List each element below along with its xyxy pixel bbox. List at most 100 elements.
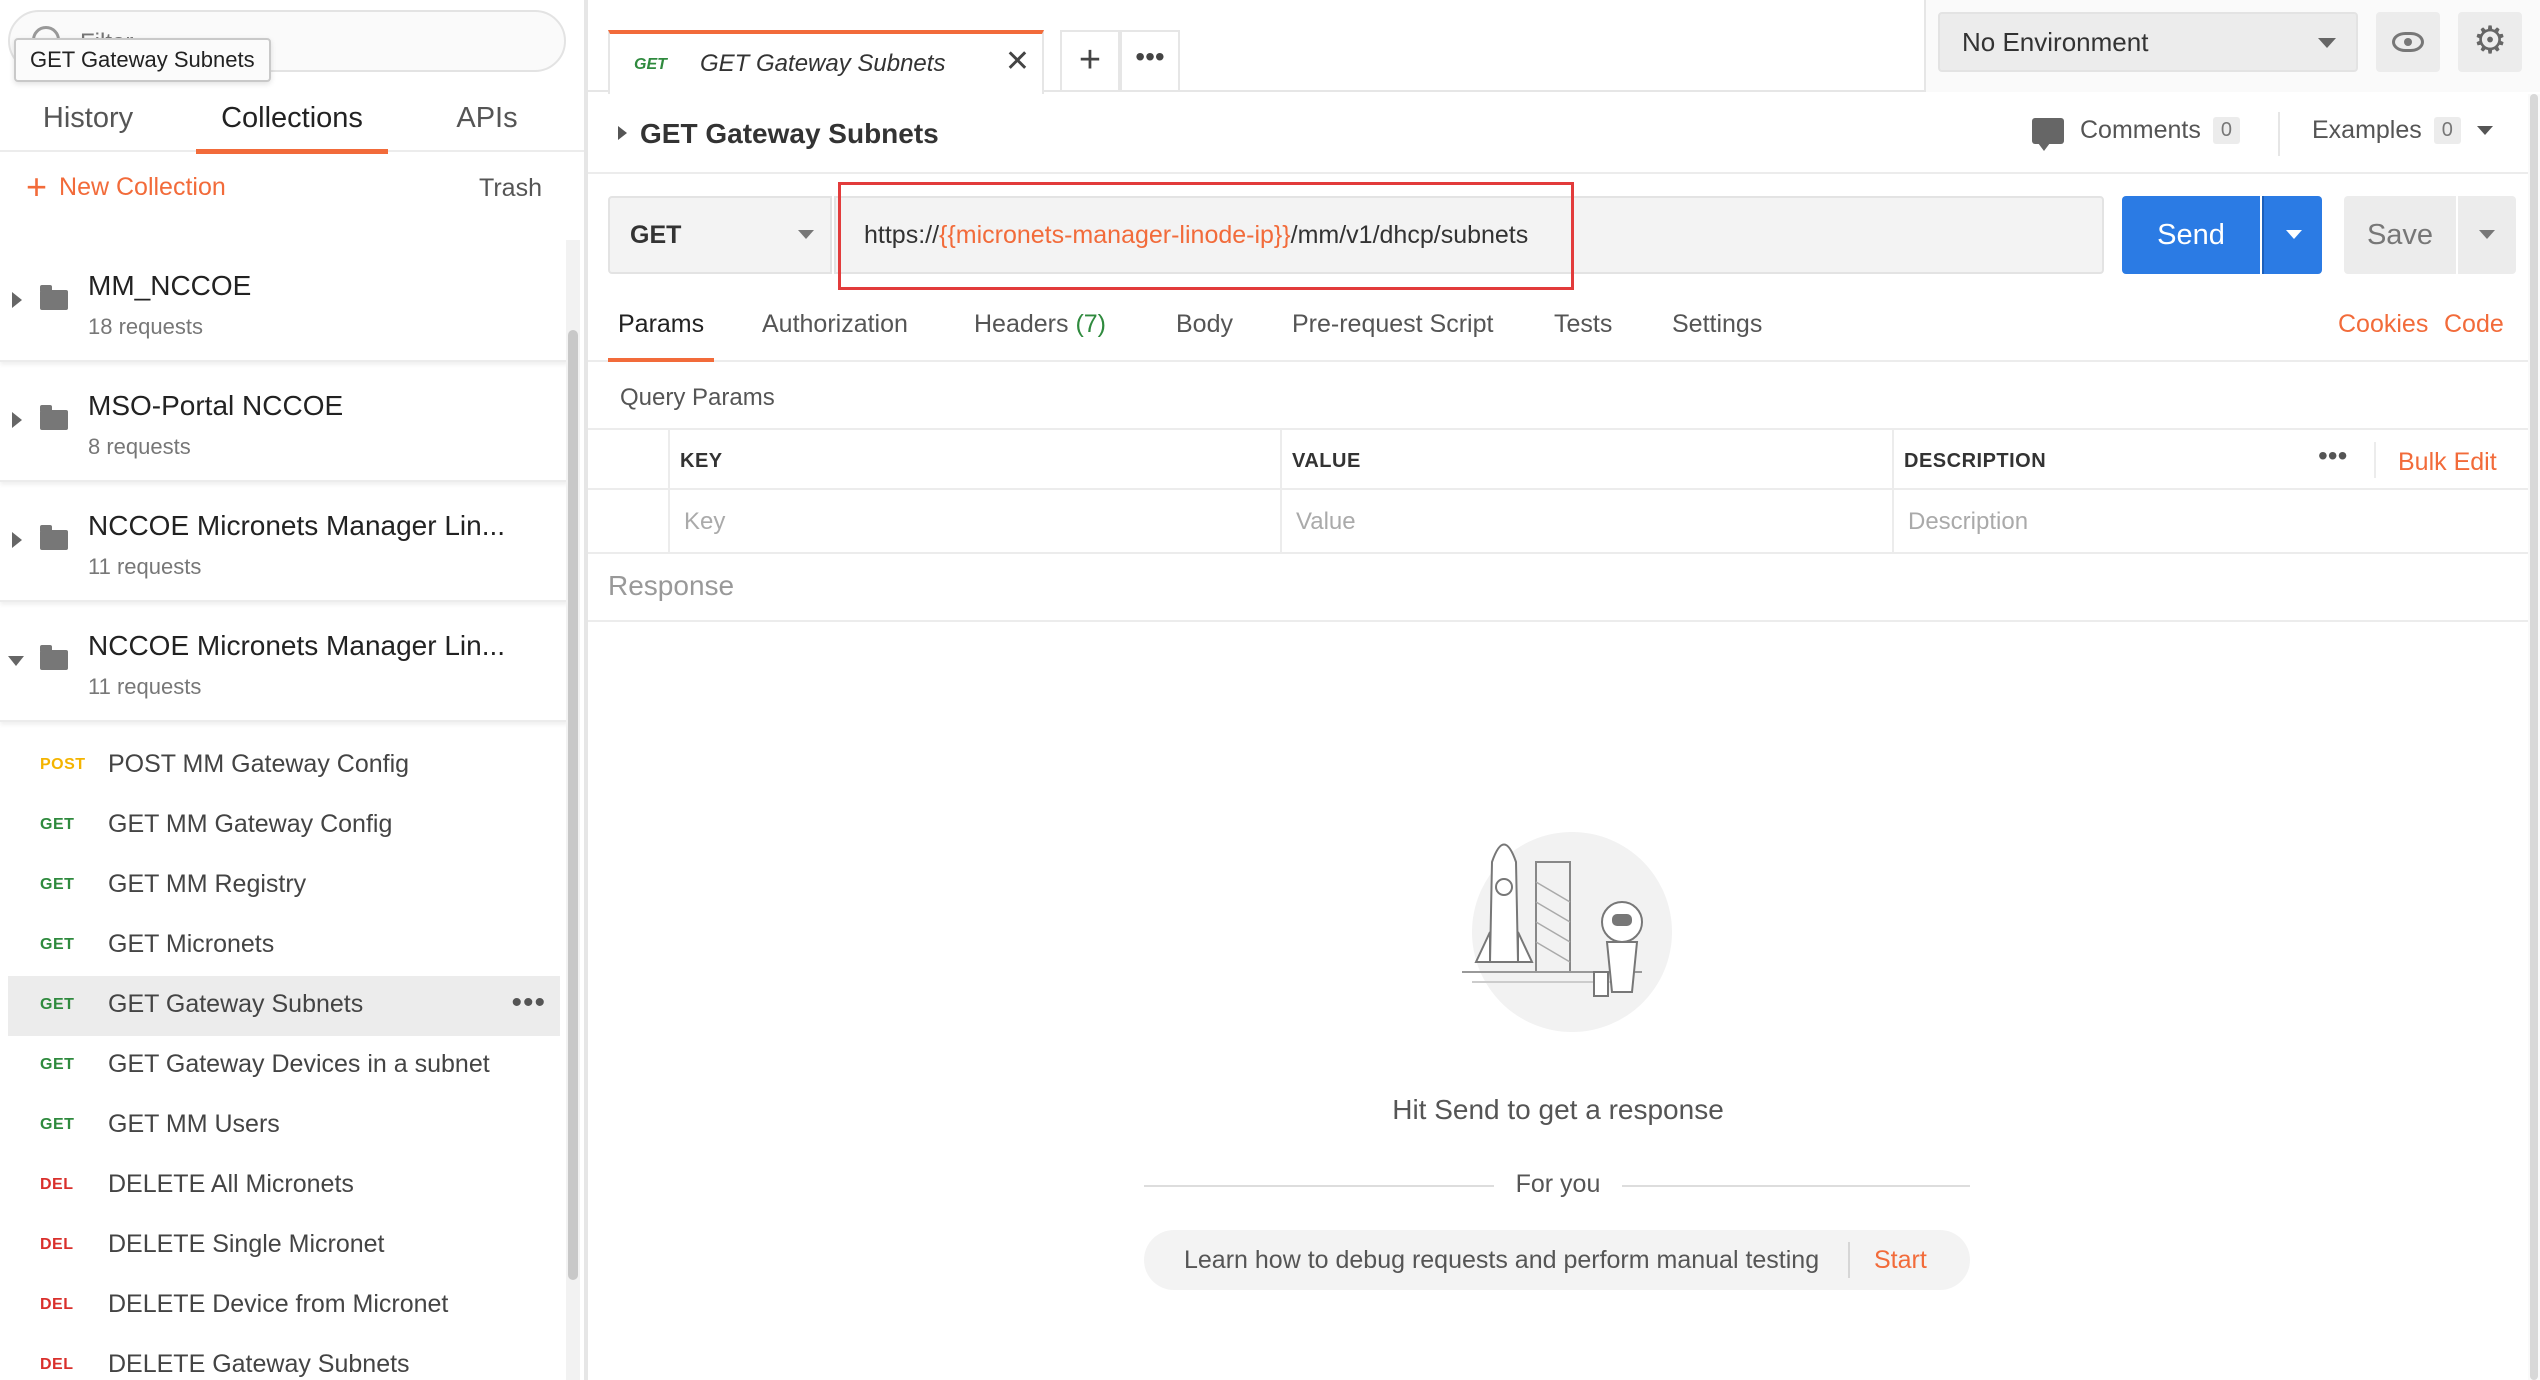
learn-text: Learn how to debug requests and perform … bbox=[1184, 1246, 1820, 1274]
method-badge: GET bbox=[40, 996, 75, 1013]
method-badge: DEL bbox=[40, 1236, 74, 1253]
request-name: DELETE All Micronets bbox=[108, 1170, 354, 1198]
sidebar-scroll-thumb[interactable] bbox=[568, 330, 578, 1280]
send-button[interactable]: Send bbox=[2122, 196, 2260, 274]
collection-item[interactable]: MSO-Portal NCCOE 8 requests bbox=[0, 362, 568, 482]
request-name: POST MM Gateway Config bbox=[108, 750, 410, 778]
request-item[interactable]: GET GET MM Gateway Config bbox=[0, 796, 568, 856]
sidebar-scrollbar[interactable] bbox=[566, 240, 580, 1380]
method-badge: GET bbox=[40, 876, 75, 893]
settings-button[interactable]: ⚙ bbox=[2458, 12, 2522, 72]
request-list: POST POST MM Gateway Config GET GET MM G… bbox=[0, 736, 568, 1380]
tab-settings[interactable]: Settings bbox=[1672, 310, 1762, 339]
chevron-down-icon[interactable] bbox=[8, 656, 24, 666]
comments-button[interactable]: Comments 0 bbox=[2032, 116, 2240, 151]
request-item[interactable]: POST POST MM Gateway Config bbox=[0, 736, 568, 796]
request-item[interactable]: DEL DELETE All Micronets bbox=[0, 1156, 568, 1216]
main-scrollbar[interactable] bbox=[2528, 94, 2540, 1380]
request-name: DELETE Gateway Subnets bbox=[108, 1350, 410, 1378]
tab-history[interactable]: History bbox=[24, 90, 152, 152]
code-link[interactable]: Code bbox=[2444, 310, 2504, 339]
tab-authorization[interactable]: Authorization bbox=[762, 310, 908, 339]
more-icon[interactable]: ••• bbox=[511, 986, 546, 1020]
folder-icon bbox=[40, 285, 68, 310]
send-dropdown-button[interactable] bbox=[2262, 196, 2322, 274]
folder-icon bbox=[40, 525, 68, 550]
url-prefix: https:// bbox=[864, 221, 940, 249]
request-item[interactable]: DEL DELETE Gateway Subnets bbox=[0, 1336, 568, 1380]
tab-pre-request-script[interactable]: Pre-request Script bbox=[1292, 310, 1493, 339]
examples-button[interactable]: Examples 0 bbox=[2312, 116, 2493, 145]
request-item[interactable]: GET GET Gateway Devices in a subnet bbox=[0, 1036, 568, 1096]
chevron-right-icon[interactable] bbox=[12, 532, 22, 548]
request-title-row: GET Gateway Subnets Comments 0 Examples … bbox=[588, 94, 2540, 174]
collection-item[interactable]: NCCOE Micronets Manager Lin... 11 reques… bbox=[0, 602, 568, 722]
request-item[interactable]: DEL DELETE Single Micronet bbox=[0, 1216, 568, 1276]
column-divider bbox=[1280, 430, 1282, 554]
for-you-label: For you bbox=[1493, 1170, 1623, 1198]
description-input[interactable]: Description bbox=[1908, 508, 2028, 536]
url-input[interactable]: https://{{micronets-manager-linode-ip}}/… bbox=[834, 196, 2104, 274]
comments-label: Comments bbox=[2080, 116, 2201, 144]
new-collection-label: New Collection bbox=[59, 172, 226, 201]
environment-quick-look-button[interactable] bbox=[2376, 12, 2440, 72]
value-input[interactable]: Value bbox=[1296, 508, 1356, 536]
tab-more-button[interactable]: ••• bbox=[1120, 30, 1180, 92]
tab-collections[interactable]: Collections bbox=[196, 90, 388, 154]
tab-bar: GET GET Gateway Subnets ✕ + ••• No Envir… bbox=[588, 0, 2540, 94]
new-collection-button[interactable]: + New Collection bbox=[26, 169, 226, 205]
request-item[interactable]: GET GET MM Users bbox=[0, 1096, 568, 1156]
collection-count: 11 requests bbox=[88, 554, 202, 579]
environment-area: No Environment ⚙ bbox=[1924, 0, 2540, 92]
hit-send-message: Hit Send to get a response bbox=[1392, 1094, 1724, 1125]
chevron-right-icon[interactable] bbox=[618, 126, 627, 140]
collection-item[interactable]: MM_NCCOE 18 requests bbox=[0, 242, 568, 362]
start-link[interactable]: Start bbox=[1874, 1246, 1927, 1275]
collection-name: NCCOE Micronets Manager Lin... bbox=[88, 510, 506, 541]
environment-select[interactable]: No Environment bbox=[1938, 12, 2358, 72]
response-header[interactable]: Response bbox=[588, 556, 2540, 622]
column-divider bbox=[1892, 430, 1894, 554]
rocket-illustration bbox=[1462, 832, 1672, 1032]
request-name: DELETE Single Micronet bbox=[108, 1230, 385, 1258]
tab-apis[interactable]: APIs bbox=[440, 90, 534, 152]
tab-body[interactable]: Body bbox=[1176, 310, 1233, 339]
request-item[interactable]: DEL DELETE Device from Micronet bbox=[0, 1276, 568, 1336]
divider bbox=[2374, 442, 2376, 478]
chevron-right-icon[interactable] bbox=[12, 292, 22, 308]
chevron-right-icon[interactable] bbox=[12, 412, 22, 428]
cookies-link[interactable]: Cookies bbox=[2338, 310, 2428, 339]
eye-icon bbox=[2392, 32, 2424, 52]
trash-link[interactable]: Trash bbox=[479, 174, 542, 203]
request-title[interactable]: GET Gateway Subnets bbox=[640, 118, 939, 150]
tab-method: GET bbox=[634, 56, 667, 73]
save-dropdown-button[interactable] bbox=[2458, 196, 2516, 274]
column-header-key: KEY bbox=[680, 450, 723, 472]
environment-value: No Environment bbox=[1962, 27, 2149, 57]
method-badge: GET bbox=[40, 1056, 75, 1073]
key-input[interactable]: Key bbox=[684, 508, 725, 536]
request-tab[interactable]: GET GET Gateway Subnets ✕ bbox=[608, 30, 1044, 94]
request-name: GET Gateway Devices in a subnet bbox=[108, 1050, 490, 1078]
sidebar: GET Gateway Subnets History Collections … bbox=[0, 0, 588, 1380]
main-scroll-thumb[interactable] bbox=[2530, 94, 2538, 1380]
close-icon[interactable]: ✕ bbox=[1005, 44, 1030, 79]
method-badge: POST bbox=[40, 756, 86, 773]
gear-icon: ⚙ bbox=[2472, 20, 2508, 62]
tab-headers[interactable]: Headers (7) bbox=[974, 310, 1106, 339]
request-item[interactable]: GET GET Micronets bbox=[0, 916, 568, 976]
save-button[interactable]: Save bbox=[2344, 196, 2456, 274]
url-variable: {{micronets-manager-linode-ip}} bbox=[939, 221, 1291, 249]
collection-count: 8 requests bbox=[88, 434, 191, 459]
request-item-selected[interactable]: GET GET Gateway Subnets ••• bbox=[8, 976, 560, 1036]
tab-tests[interactable]: Tests bbox=[1554, 310, 1612, 339]
request-item[interactable]: GET GET MM Registry bbox=[0, 856, 568, 916]
headers-label: Headers bbox=[974, 310, 1069, 338]
collection-item[interactable]: NCCOE Micronets Manager Lin... 11 reques… bbox=[0, 482, 568, 602]
bulk-edit-link[interactable]: Bulk Edit bbox=[2398, 448, 2497, 477]
tab-params[interactable]: Params bbox=[607, 310, 715, 362]
method-select[interactable]: GET bbox=[608, 196, 832, 274]
more-icon[interactable]: ••• bbox=[2318, 440, 2347, 472]
new-tab-button[interactable]: + bbox=[1060, 30, 1120, 92]
collection-name: MM_NCCOE bbox=[88, 270, 252, 301]
